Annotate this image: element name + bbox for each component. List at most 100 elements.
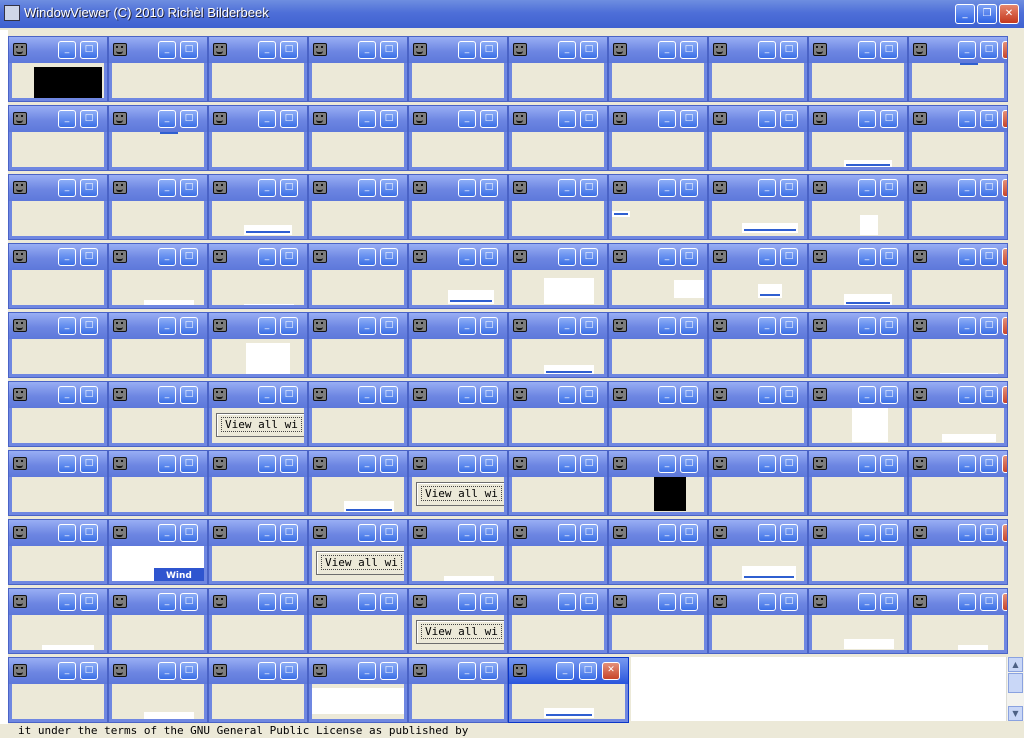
child-minimize-button[interactable]: _ — [158, 386, 176, 404]
child-title-bar[interactable]: _ □ — [509, 106, 607, 132]
child-window[interactable]: _ □ — [708, 174, 808, 240]
child-maximize-button[interactable]: □ — [180, 248, 198, 266]
child-title-bar[interactable]: _ □ — [409, 244, 507, 270]
child-minimize-button[interactable]: _ — [58, 386, 76, 404]
child-maximize-button[interactable]: □ — [580, 179, 598, 197]
child-window[interactable]: _□✕ — [908, 174, 1008, 240]
child-maximize-button[interactable]: □ — [80, 179, 98, 197]
child-window[interactable]: _□✕ — [908, 381, 1008, 447]
child-window[interactable]: _ □ — [408, 312, 508, 378]
child-maximize-button[interactable]: □ — [980, 593, 998, 611]
child-window[interactable]: _ □ — [208, 36, 308, 102]
child-window[interactable]: _ □ — [508, 381, 608, 447]
child-maximize-button[interactable]: □ — [280, 593, 298, 611]
child-title-bar[interactable]: _ □ — [509, 37, 607, 63]
child-title-bar[interactable]: _□✕ — [909, 451, 1007, 477]
child-maximize-button[interactable]: □ — [480, 662, 498, 680]
child-minimize-button[interactable]: _ — [158, 317, 176, 335]
child-title-bar[interactable]: _ □ — [809, 382, 907, 408]
child-title-bar[interactable]: _ □ — [509, 451, 607, 477]
child-window[interactable]: _ □ — [608, 243, 708, 309]
child-title-bar[interactable]: _ □ — [609, 244, 707, 270]
child-minimize-button[interactable]: _ — [558, 110, 576, 128]
child-minimize-button[interactable]: _ — [658, 110, 676, 128]
child-maximize-button[interactable]: □ — [580, 455, 598, 473]
child-maximize-button[interactable]: □ — [780, 179, 798, 197]
child-window[interactable]: _ □ — [408, 381, 508, 447]
child-minimize-button[interactable]: _ — [758, 386, 776, 404]
child-minimize-button[interactable]: _ — [458, 455, 476, 473]
child-maximize-button[interactable]: □ — [880, 317, 898, 335]
child-minimize-button[interactable]: _ — [658, 593, 676, 611]
child-title-bar[interactable]: _ □ — [309, 313, 407, 339]
child-title-bar[interactable]: _ □ — [109, 175, 207, 201]
child-title-bar[interactable]: _ □ — [309, 589, 407, 615]
child-title-bar[interactable]: _ □ — [809, 520, 907, 546]
child-maximize-button[interactable]: □ — [380, 179, 398, 197]
child-maximize-button[interactable]: □ — [680, 248, 698, 266]
child-minimize-button[interactable]: _ — [358, 110, 376, 128]
child-window[interactable]: _ □ — [208, 174, 308, 240]
child-maximize-button[interactable]: □ — [380, 317, 398, 335]
child-window[interactable]: _ □ — [708, 588, 808, 654]
child-title-bar[interactable]: _ □ — [209, 589, 307, 615]
child-title-bar[interactable]: _ □ — [409, 37, 507, 63]
child-window[interactable]: _ □ View all wi — [408, 588, 508, 654]
child-title-bar[interactable]: _ □ — [709, 520, 807, 546]
child-window[interactable]: _ □ — [508, 450, 608, 516]
child-minimize-button[interactable]: _ — [258, 593, 276, 611]
child-window[interactable]: _ □ — [808, 312, 908, 378]
child-minimize-button[interactable]: _ — [258, 386, 276, 404]
child-minimize-button[interactable]: _ — [258, 41, 276, 59]
child-window[interactable]: _ □ — [108, 450, 208, 516]
child-window[interactable]: _ □ — [8, 519, 108, 585]
child-title-bar[interactable]: _ □ — [709, 313, 807, 339]
child-maximize-button[interactable]: □ — [780, 593, 798, 611]
child-close-button[interactable]: ✕ — [602, 662, 620, 680]
child-minimize-button[interactable]: _ — [358, 593, 376, 611]
child-minimize-button[interactable]: _ — [58, 110, 76, 128]
child-title-bar[interactable]: _ □ — [209, 451, 307, 477]
child-title-bar[interactable]: _ □ — [109, 382, 207, 408]
view-all-windows-button[interactable]: View all wi — [416, 482, 504, 506]
child-minimize-button[interactable]: _ — [158, 455, 176, 473]
child-maximize-button[interactable]: □ — [580, 524, 598, 542]
child-window[interactable]: _ □ — [408, 243, 508, 309]
child-minimize-button[interactable]: _ — [58, 524, 76, 542]
child-minimize-button[interactable]: _ — [458, 317, 476, 335]
child-maximize-button[interactable]: □ — [980, 386, 998, 404]
child-maximize-button[interactable]: □ — [180, 662, 198, 680]
child-window[interactable]: _ □ — [308, 174, 408, 240]
child-window[interactable]: _ □ — [208, 588, 308, 654]
child-maximize-button[interactable]: □ — [780, 41, 798, 59]
child-minimize-button[interactable]: _ — [958, 179, 976, 197]
child-window[interactable]: _ □ — [308, 657, 408, 723]
child-maximize-button[interactable]: □ — [180, 317, 198, 335]
child-maximize-button[interactable]: □ — [380, 593, 398, 611]
child-window[interactable]: _ □ — [808, 519, 908, 585]
child-maximize-button[interactable]: □ — [580, 41, 598, 59]
child-title-bar[interactable]: _□✕ — [909, 313, 1007, 339]
child-window[interactable]: _ □ — [8, 657, 108, 723]
child-maximize-button[interactable]: □ — [180, 455, 198, 473]
child-close-button[interactable]: ✕ — [1002, 248, 1007, 266]
child-minimize-button[interactable]: _ — [858, 110, 876, 128]
child-window[interactable]: _ □ — [308, 243, 408, 309]
child-title-bar[interactable]: _ □ — [9, 658, 107, 684]
child-minimize-button[interactable]: _ — [158, 179, 176, 197]
child-minimize-button[interactable]: _ — [758, 110, 776, 128]
child-minimize-button[interactable]: _ — [558, 455, 576, 473]
child-maximize-button[interactable]: □ — [980, 41, 998, 59]
child-window[interactable]: _ □ — [8, 588, 108, 654]
child-minimize-button[interactable]: _ — [358, 455, 376, 473]
child-minimize-button[interactable]: _ — [558, 248, 576, 266]
child-window[interactable]: _ □ — [708, 519, 808, 585]
child-title-bar[interactable]: _ □ — [809, 106, 907, 132]
child-window[interactable]: _ □ — [508, 105, 608, 171]
child-title-bar[interactable]: _ □ — [209, 520, 307, 546]
child-maximize-button[interactable]: □ — [680, 317, 698, 335]
child-maximize-button[interactable]: □ — [180, 110, 198, 128]
child-window[interactable]: _ □ — [408, 105, 508, 171]
child-maximize-button[interactable]: □ — [980, 179, 998, 197]
child-window[interactable]: _ □ — [8, 174, 108, 240]
